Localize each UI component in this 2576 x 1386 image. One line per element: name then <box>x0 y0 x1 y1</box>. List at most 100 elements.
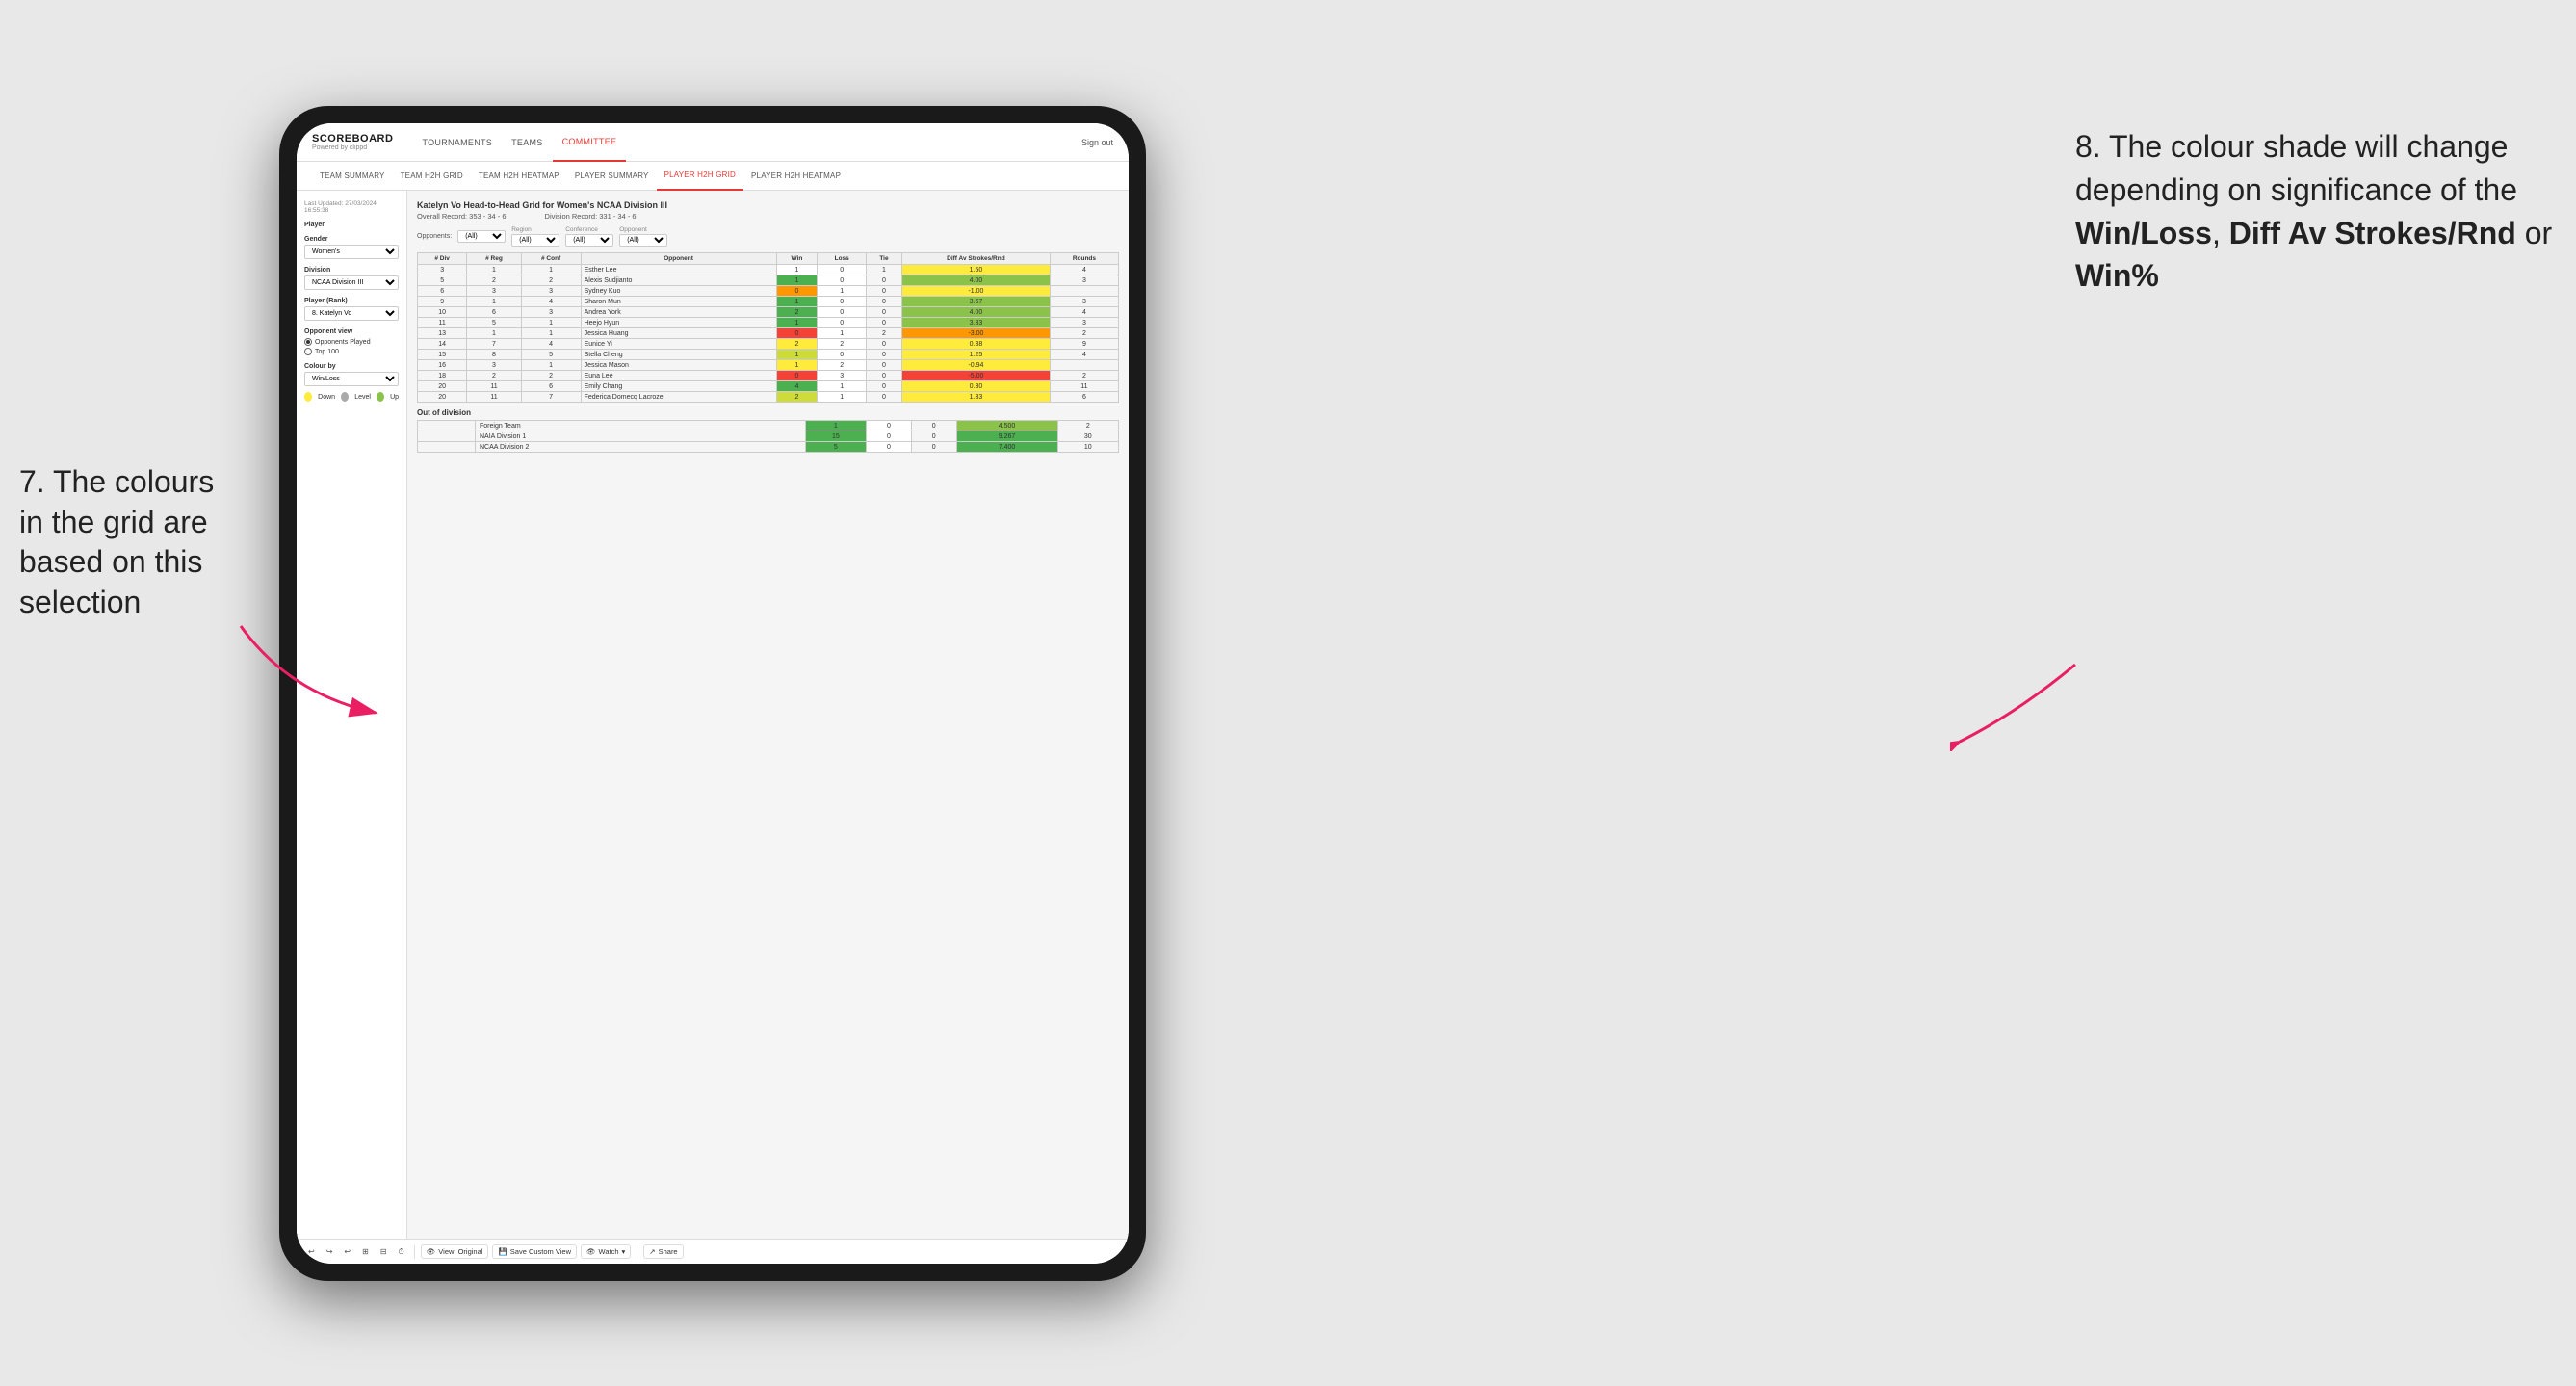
redo-btn[interactable]: ↪ <box>323 1245 337 1258</box>
sidebar-player-rank-section: Player (Rank) 8. Katelyn Vo <box>304 298 399 321</box>
table-row: Foreign Team 1 0 0 4.500 2 <box>418 421 1119 431</box>
header-div: # Div <box>418 253 467 265</box>
sidebar-gender-label: Gender <box>304 236 399 243</box>
sub-nav-player-h2h-heatmap[interactable]: PLAYER H2H HEATMAP <box>743 162 848 191</box>
top-100-label: Top 100 <box>315 349 339 355</box>
region-label: Region <box>511 226 559 233</box>
bold-win-pct: Win% <box>2075 258 2159 293</box>
table-row: 1631 Jessica Mason 1 2 0 -0.94 <box>418 360 1119 371</box>
nav-committee[interactable]: COMMITTEE <box>553 123 627 162</box>
table-row: 522 Alexis Sudjianto 1 0 0 4.00 3 <box>418 275 1119 286</box>
sidebar-division-section: Division NCAA Division III <box>304 267 399 290</box>
header-loss: Loss <box>818 253 866 265</box>
sub-nav-team-h2h-grid[interactable]: TEAM H2H GRID <box>393 162 471 191</box>
share-btn[interactable]: ↗ Share <box>643 1244 683 1259</box>
overall-record: Overall Record: 353 - 34 - 6 <box>417 212 507 221</box>
save-icon: 💾 <box>498 1247 507 1256</box>
legend-row: Down Level Up <box>304 392 399 402</box>
main-table: # Div # Reg # Conf Opponent Win Loss Tie… <box>417 252 1119 403</box>
legend-down-label: Down <box>318 394 335 401</box>
table-row: 1822 Euna Lee 0 3 0 -5.00 2 <box>418 371 1119 381</box>
table-row: 1585 Stella Cheng 1 0 0 1.25 4 <box>418 350 1119 360</box>
table-row: 20117 Federica Domecq Lacroze 2 1 0 1.33… <box>418 392 1119 403</box>
watch-chevron: ▾ <box>622 1247 626 1256</box>
sub-nav-team-h2h-heatmap[interactable]: TEAM H2H HEATMAP <box>471 162 567 191</box>
paste-btn[interactable]: ⊟ <box>377 1245 391 1258</box>
colour-by-label: Colour by <box>304 363 399 370</box>
undo-btn[interactable]: ↩ <box>304 1245 319 1258</box>
opponent-select[interactable]: (All) <box>619 234 667 247</box>
sidebar-division-select[interactable]: NCAA Division III <box>304 275 399 290</box>
table-row: 633 Sydney Kuo 0 1 0 -1.00 <box>418 286 1119 297</box>
view-original-btn[interactable]: 👁 View: Original <box>421 1244 489 1259</box>
legend-level-label: Level <box>354 394 371 401</box>
legend-level-dot <box>341 392 349 402</box>
sidebar-player-label: Player <box>304 222 399 228</box>
clock-btn[interactable]: ⏱ <box>395 1245 408 1259</box>
annotation-right-text: 8. The colour shade will change dependin… <box>2075 129 2552 293</box>
logo-sub: Powered by clippd <box>312 144 393 151</box>
bold-win-loss: Win/Loss <box>2075 216 2212 250</box>
legend-down-dot <box>304 392 312 402</box>
watch-icon: 👁 <box>586 1247 596 1256</box>
filter-opponents: (All) <box>457 230 506 243</box>
annotation-right: 8. The colour shade will change dependin… <box>2075 125 2557 298</box>
nav-items: TOURNAMENTS TEAMS COMMITTEE <box>412 123 1081 162</box>
watch-btn[interactable]: 👁 Watch ▾ <box>581 1244 631 1259</box>
conference-select[interactable]: (All) <box>565 234 613 247</box>
view-original-label: View: Original <box>438 1247 482 1256</box>
annotation-left: 7. The colours in the grid are based on … <box>0 462 250 622</box>
sidebar-player-rank-select[interactable]: 8. Katelyn Vo <box>304 306 399 321</box>
tablet-screen: SCOREBOARD Powered by clippd TOURNAMENTS… <box>297 123 1129 1264</box>
header-reg: # Reg <box>467 253 521 265</box>
main-content: Last Updated: 27/03/2024 16:55:38 Player… <box>297 191 1129 1239</box>
top-100-radio-dot <box>304 348 312 355</box>
table-row: 1311 Jessica Huang 0 1 2 -3.00 2 <box>418 328 1119 339</box>
undo2-btn[interactable]: ↩ <box>340 1245 354 1258</box>
opponent-label: Opponent <box>619 226 667 233</box>
logo-area: SCOREBOARD Powered by clippd <box>312 133 393 151</box>
copy-btn[interactable]: ⊞ <box>358 1245 373 1258</box>
opponents-played-radio-dot <box>304 338 312 346</box>
save-custom-btn[interactable]: 💾 Save Custom View <box>492 1244 577 1259</box>
app-nav: SCOREBOARD Powered by clippd TOURNAMENTS… <box>297 123 1129 162</box>
table-row: 1063 Andrea York 2 0 0 4.00 4 <box>418 307 1119 318</box>
out-of-division-header: Out of division <box>417 408 1119 417</box>
annotation-left-text: 7. The colours in the grid are based on … <box>19 464 214 619</box>
filter-opponent: Opponent (All) <box>619 226 667 247</box>
bold-diff: Diff Av Strokes/Rnd <box>2229 216 2516 250</box>
save-custom-label: Save Custom View <box>510 1247 571 1256</box>
header-opponent: Opponent <box>581 253 776 265</box>
table-row: 311 Esther Lee 1 0 1 1.50 4 <box>418 265 1119 275</box>
table-row: 1474 Eunice Yi 2 2 0 0.38 9 <box>418 339 1119 350</box>
sidebar-division-label: Division <box>304 267 399 274</box>
legend-up-label: Up <box>390 394 399 401</box>
sub-nav-player-h2h-grid[interactable]: PLAYER H2H GRID <box>657 162 743 191</box>
header-win: Win <box>776 253 818 265</box>
nav-sign-out[interactable]: Sign out <box>1081 138 1113 147</box>
nav-tournaments[interactable]: TOURNAMENTS <box>412 123 502 162</box>
watch-label: Watch <box>599 1247 619 1256</box>
sidebar-gender-section: Gender Women's <box>304 236 399 259</box>
tablet-frame: SCOREBOARD Powered by clippd TOURNAMENTS… <box>279 106 1146 1281</box>
table-row: 914 Sharon Mun 1 0 0 3.67 3 <box>418 297 1119 307</box>
opponents-select[interactable]: (All) <box>457 230 506 243</box>
region-select[interactable]: (All) <box>511 234 559 247</box>
table-row: 20116 Emily Chang 4 1 0 0.30 11 <box>418 381 1119 392</box>
legend-up-dot <box>377 392 384 402</box>
opponents-filter-label: Opponents: <box>417 233 452 240</box>
sub-nav-team-summary[interactable]: TEAM SUMMARY <box>312 162 393 191</box>
colour-by-section: Colour by Win/Loss Down Level Up <box>304 363 399 402</box>
nav-teams[interactable]: TEAMS <box>502 123 553 162</box>
header-tie: Tie <box>866 253 901 265</box>
bottom-toolbar: ↩ ↪ ↩ ⊞ ⊟ ⏱ 👁 View: Original 💾 Save Cust… <box>297 1239 1129 1264</box>
header-diff: Diff Av Strokes/Rnd <box>902 253 1051 265</box>
right-arrow <box>1950 655 2085 751</box>
sub-nav-player-summary[interactable]: PLAYER SUMMARY <box>567 162 657 191</box>
filters-row: Opponents: (All) Region (All) Conference… <box>417 226 1119 247</box>
top-100-radio[interactable]: Top 100 <box>304 348 399 355</box>
sidebar-gender-select[interactable]: Women's <box>304 245 399 259</box>
colour-by-select[interactable]: Win/Loss <box>304 372 399 386</box>
opponents-played-radio[interactable]: Opponents Played <box>304 338 399 346</box>
view-icon: 👁 <box>427 1247 436 1256</box>
